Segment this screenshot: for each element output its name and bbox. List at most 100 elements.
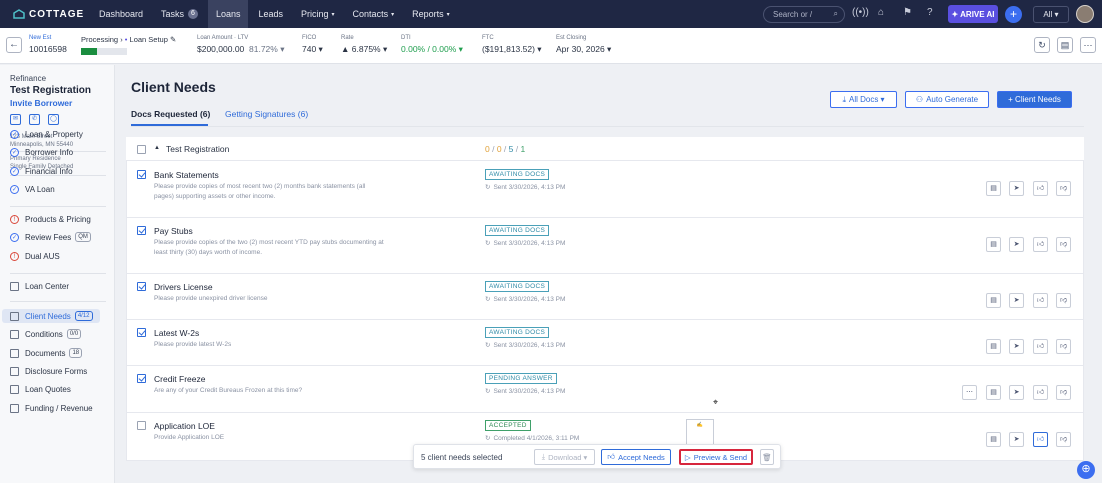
flag-icon[interactable]: ⚑ [903,7,912,18]
need-title[interactable]: Latest W-2s [154,328,199,338]
search-input[interactable]: Search or / ⌕ [763,6,845,23]
comment-icon[interactable]: ▤ [1057,37,1073,53]
thumbs-down-icon[interactable]: 👎︎ [1056,181,1071,196]
thumbs-down-icon[interactable]: 👎︎ [1056,432,1071,447]
document-icon[interactable]: ▤ [986,432,1001,447]
send-icon[interactable]: ➤ [1009,339,1024,354]
sidebar-item-review-fees[interactable]: ✓ Review Fees QM [10,230,91,244]
email-icon[interactable]: ✉ [10,114,21,125]
thumbs-down-icon[interactable]: 👎︎ [1056,339,1071,354]
thumbs-up-icon[interactable]: 👍︎ [1033,432,1048,447]
nav-reports[interactable]: Reports ▾ [404,0,458,28]
need-checkbox[interactable] [137,421,146,430]
invite-borrower-link[interactable]: Invite Borrower [10,98,72,108]
thumbs-up-icon[interactable]: 👍︎ [1033,237,1048,252]
thumbs-up-icon[interactable]: 👍︎ [1033,339,1048,354]
arive-ai-button[interactable]: ✦ ARIVE AI [948,5,998,23]
thumbs-down-icon[interactable]: 👎︎ [1056,237,1071,252]
chat-icon[interactable]: ◯ [48,114,59,125]
add-icon[interactable]: + [1005,6,1022,23]
group-checkbox[interactable] [137,145,146,154]
nav-dashboard[interactable]: Dashboard [91,0,151,28]
document-icon[interactable]: ▤ [986,339,1001,354]
need-title[interactable]: Bank Statements [154,170,219,180]
sidebar-item-conditions[interactable]: Conditions 0/0 [10,327,82,341]
thumbs-up-icon[interactable]: 👍︎ [1033,181,1048,196]
need-checkbox[interactable] [137,170,146,179]
borrower-name[interactable]: Test Registration [10,85,91,96]
sidebar-item-financial-info[interactable]: ✓ Financial Info [10,164,73,178]
more-icon[interactable]: ⋯ [962,385,977,400]
need-title[interactable]: Credit Freeze [154,374,206,384]
broadcast-icon[interactable]: ((•)) [852,7,869,18]
accept-needs-button[interactable]: 👍︎ Accept Needs [601,449,671,465]
help-chat-icon[interactable]: ⊕ [1077,461,1095,479]
add-client-needs-button[interactable]: + Client Needs [997,91,1072,108]
dti-value[interactable]: 0.00% / 0.00% ▾ [401,44,463,55]
rate-value[interactable]: ▲ 6.875% ▾ [341,44,387,55]
sidebar-item-borrower-info[interactable]: ✓ Borrower Info [10,145,73,159]
tab-docs-requested[interactable]: Docs Requested (6) [131,109,210,119]
collapse-icon[interactable]: ▲ [154,145,160,151]
nav-tasks[interactable]: Tasks 6 [153,0,206,28]
nav-contacts[interactable]: Contacts ▾ [345,0,403,28]
send-icon[interactable]: ➤ [1009,293,1024,308]
need-title[interactable]: Application LOE [154,421,215,431]
sidebar-item-dual-aus[interactable]: ! Dual AUS [10,249,60,263]
need-checkbox[interactable] [137,328,146,337]
thumbs-down-icon[interactable]: 👎︎ [1056,385,1071,400]
send-icon[interactable]: ➤ [1009,237,1024,252]
dot-icon: • [124,35,128,44]
nav-leads[interactable]: Leads [250,0,291,28]
help-icon[interactable]: ? [927,7,933,18]
refresh-icon[interactable]: ↻ [1034,37,1050,53]
phone-icon[interactable]: ✆ [29,114,40,125]
more-icon[interactable]: ⋯ [1080,37,1096,53]
amount-value[interactable]: $200,000.00 81.72% ▾ [197,44,284,55]
group-header[interactable] [126,137,1084,161]
closing-value[interactable]: Apr 30, 2026 ▾ [556,44,611,55]
scope-select[interactable]: All ▾ [1033,6,1069,23]
stage-label[interactable]: Processing [81,35,118,44]
ftc-value[interactable]: ($191,813.52) ▾ [482,44,542,55]
sidebar-item-loan-center[interactable]: Loan Center [10,279,69,293]
bank-icon[interactable]: ⌂ [878,7,884,18]
send-icon[interactable]: ➤ [1009,385,1024,400]
need-title[interactable]: Pay Stubs [154,226,193,236]
sidebar-item-client-needs[interactable]: Client Needs 4/12 [2,309,100,323]
edit-icon[interactable]: ✎ [170,35,176,44]
need-checkbox[interactable] [137,226,146,235]
download-button[interactable]: ⤓ Download ▾ [534,449,595,465]
document-icon[interactable]: ▤ [986,237,1001,252]
tab-getting-signatures[interactable]: Getting Signatures (6) [225,109,308,119]
sidebar-item-funding-revenue[interactable]: Funding / Revenue [10,401,93,415]
trash-icon[interactable]: 🗑︎ [760,449,774,465]
need-checkbox[interactable] [137,374,146,383]
need-title[interactable]: Drivers License [154,282,213,292]
avatar[interactable] [1076,5,1094,23]
auto-generate-button[interactable]: ⚇ Auto Generate [905,91,989,108]
sidebar-item-disclosure-forms[interactable]: Disclosure Forms [10,364,87,378]
need-checkbox[interactable] [137,282,146,291]
sidebar-item-loan-quotes[interactable]: Loan Quotes [10,382,71,396]
document-icon[interactable]: ▤ [986,385,1001,400]
cottage-logo[interactable]: COTTAGE [13,9,91,20]
sidebar-item-documents[interactable]: Documents 18 [10,346,83,360]
thumbs-up-icon[interactable]: 👍︎ [1033,385,1048,400]
sidebar-item-va-loan[interactable]: ✓ VA Loan [10,182,55,196]
fico-value[interactable]: 740 ▾ [302,44,323,55]
send-icon[interactable]: ➤ [1009,432,1024,447]
substage-label[interactable]: Loan Setup [130,35,168,44]
back-arrow-icon[interactable]: ← [6,37,22,53]
thumbs-down-icon[interactable]: 👎︎ [1056,293,1071,308]
sidebar-item-products-pricing[interactable]: ! Products & Pricing [10,212,91,226]
send-icon[interactable]: ➤ [1009,181,1024,196]
nav-loans[interactable]: Loans [207,0,249,28]
document-icon[interactable]: ▤ [986,181,1001,196]
all-docs-dropdown[interactable]: ⤓ All Docs ▾ [830,91,897,108]
document-icon[interactable]: ▤ [986,293,1001,308]
thumbs-up-icon[interactable]: 👍︎ [1033,293,1048,308]
nav-pricing[interactable]: Pricing ▾ [293,0,343,28]
preview-send-button[interactable]: ▷ Preview & Send [679,449,753,465]
sidebar-item-loan-property[interactable]: ✓ Loan & Property [10,127,83,141]
